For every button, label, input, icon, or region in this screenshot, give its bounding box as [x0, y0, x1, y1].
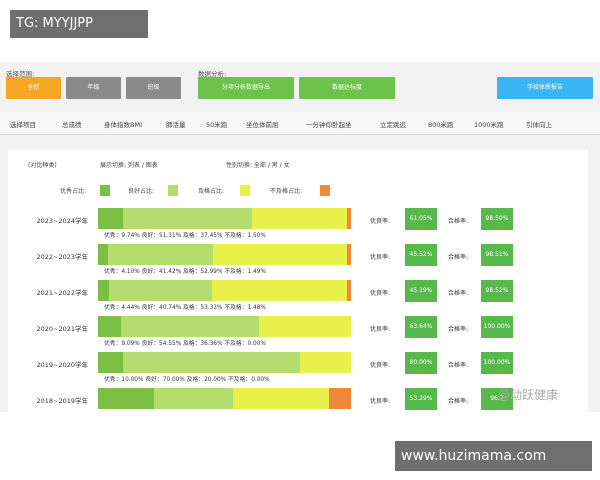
source-tag: TG: MYYJJPP	[10, 10, 148, 38]
excellent-good-rate-value: 61.05%	[405, 208, 437, 230]
row-year-label: 2021~2022学年	[36, 289, 88, 297]
range-class-button[interactable]: 班级	[126, 77, 181, 99]
bar-segment-pass	[300, 352, 351, 373]
range-school-button[interactable]: 全校	[6, 77, 61, 99]
bar-segment-good	[120, 316, 259, 337]
row-caption: 优秀：4.44% 良好：40.74% 及格：53.33% 不及格：1.48%	[104, 305, 266, 311]
watermark: @动跃健康	[498, 388, 559, 402]
row-caption: 优秀：10.00% 良好：70.00% 及格：20.00% 不及格：0.00%	[104, 377, 270, 383]
tab-1000m[interactable]: 1000米跑	[474, 119, 504, 129]
excellent-good-rate-value: 45.52%	[405, 244, 437, 266]
bar-segment-excellent	[98, 316, 121, 337]
row-year-label: 2018~2019学年	[36, 397, 88, 405]
tab-long-jump[interactable]: 立定跳远	[380, 119, 406, 129]
school-report-button[interactable]: 学校体质报告	[497, 77, 593, 99]
pass-rate-label: 合格率:	[448, 218, 469, 225]
excellent-good-rate-label: 优良率:	[370, 326, 391, 333]
site-tag: www.huzimama.com	[395, 441, 592, 471]
row-year-label: 2020~2021学年	[36, 325, 88, 333]
bar-segment-pass	[232, 388, 329, 409]
bar-segment-excellent	[98, 244, 109, 265]
pass-rate-label: 合格率:	[448, 254, 469, 261]
pass-rate-label: 合格率:	[448, 326, 469, 333]
legend-excellent-label: 优秀占比:	[60, 188, 87, 195]
pass-rate-label: 合格率:	[448, 398, 469, 405]
tab-bmi[interactable]: 身体指数BMI	[104, 119, 142, 129]
bar-segment-pass	[213, 244, 348, 265]
excellent-good-rate-value: 63.64%	[405, 316, 437, 338]
excellent-good-rate-label: 优良率:	[370, 398, 391, 405]
excellent-good-rate-label: 优良率:	[370, 362, 391, 369]
pass-rate-value: 98.51%	[481, 244, 513, 266]
row-caption: 优秀：4.10% 良好：41.42% 及格：52.99% 不及格：1.49%	[104, 269, 266, 275]
tab-pull-up[interactable]: 引体向上	[526, 119, 552, 129]
legend-fail-swatch	[320, 185, 330, 196]
app-screen: 选择范围: 全校 年级 班级 数据分析: 分项分析数据导出 数据达标度 学校体质…	[0, 62, 600, 412]
bar-segment-fail	[347, 244, 351, 265]
pass-rate-value: 100.00%	[481, 316, 513, 338]
compare-type: (对比种类)	[28, 162, 57, 169]
pass-rate-label: 合格率:	[448, 362, 469, 369]
bar-segment-pass	[252, 208, 348, 229]
row-caption: 优秀：9.74% 良好：51.31% 及格：37.45% 不及格：1.50%	[104, 233, 266, 239]
tab-situps[interactable]: 一分钟仰卧起坐	[306, 119, 352, 129]
tab-sit-and-reach[interactable]: 坐位体前屈	[246, 119, 279, 129]
tab-50m[interactable]: 50米跑	[206, 119, 227, 129]
test-item-tabs: 选择项目 总成绩 身体指数BMI 肺活量 50米跑 坐位体前屈 一分钟仰卧起坐 …	[0, 112, 600, 135]
legend-good-swatch	[168, 185, 178, 196]
pass-rate-value: 98.52%	[481, 280, 513, 302]
legend-pass-swatch	[240, 185, 250, 196]
bar-segment-pass	[212, 280, 348, 301]
bar-segment-good	[122, 208, 253, 229]
excellent-good-rate-label: 优良率:	[370, 290, 391, 297]
tab-total-score[interactable]: 总成绩	[62, 119, 82, 129]
bar-segment-excellent	[98, 208, 123, 229]
bar-segment-pass	[259, 316, 351, 337]
row-year-label: 2019~2020学年	[36, 361, 88, 369]
tab-select-item[interactable]: 选择项目	[10, 119, 36, 129]
gender-toggle[interactable]: 性别切换: 全部 / 男 / 女	[226, 160, 290, 169]
excellent-good-rate-value: 53.29%	[405, 388, 437, 410]
bar-segment-good	[153, 388, 233, 409]
chart-panel: (对比种类) 展示切换: 列表 / 图表 性别切换: 全部 / 男 / 女 优秀…	[8, 150, 588, 412]
bar-segment-fail	[347, 280, 351, 301]
legend-fail-label: 不及格占比:	[270, 188, 303, 195]
bar-segment-good	[108, 244, 214, 265]
bar-segment-fail	[347, 208, 351, 229]
data-compliance-button[interactable]: 数据达标度	[299, 77, 395, 99]
excellent-good-rate-label: 优良率:	[370, 218, 391, 225]
bar-segment-excellent	[98, 280, 110, 301]
bar-segment-excellent	[98, 388, 154, 409]
row-year-label: 2023~2024学年	[36, 217, 88, 225]
range-grade-button[interactable]: 年级	[66, 77, 121, 99]
export-analysis-button[interactable]: 分项分析数据导出	[198, 77, 294, 99]
tab-800m[interactable]: 800米跑	[428, 119, 453, 129]
pass-rate-value: 100.00%	[481, 352, 513, 374]
excellent-good-rate-value: 80.00%	[405, 352, 437, 374]
pass-rate-value: 98.50%	[481, 208, 513, 230]
display-toggle[interactable]: 展示切换: 列表 / 图表	[100, 160, 158, 169]
legend-pass-label: 及格占比:	[198, 188, 225, 195]
row-year-label: 2022~2023学年	[36, 253, 88, 261]
excellent-good-rate-value: 45.19%	[405, 280, 437, 302]
legend-good-label: 良好占比:	[128, 188, 155, 195]
excellent-good-rate-label: 优良率:	[370, 254, 391, 261]
bar-segment-good	[109, 280, 213, 301]
bar-segment-fail	[328, 388, 351, 409]
legend-excellent-swatch	[100, 185, 110, 196]
bar-segment-excellent	[98, 352, 124, 373]
tab-vital-capacity[interactable]: 肺活量	[166, 119, 186, 129]
row-caption: 优秀：9.09% 良好：54.55% 及格：36.36% 不及格：0.00%	[104, 341, 266, 347]
pass-rate-label: 合格率:	[448, 290, 469, 297]
bar-segment-good	[123, 352, 301, 373]
